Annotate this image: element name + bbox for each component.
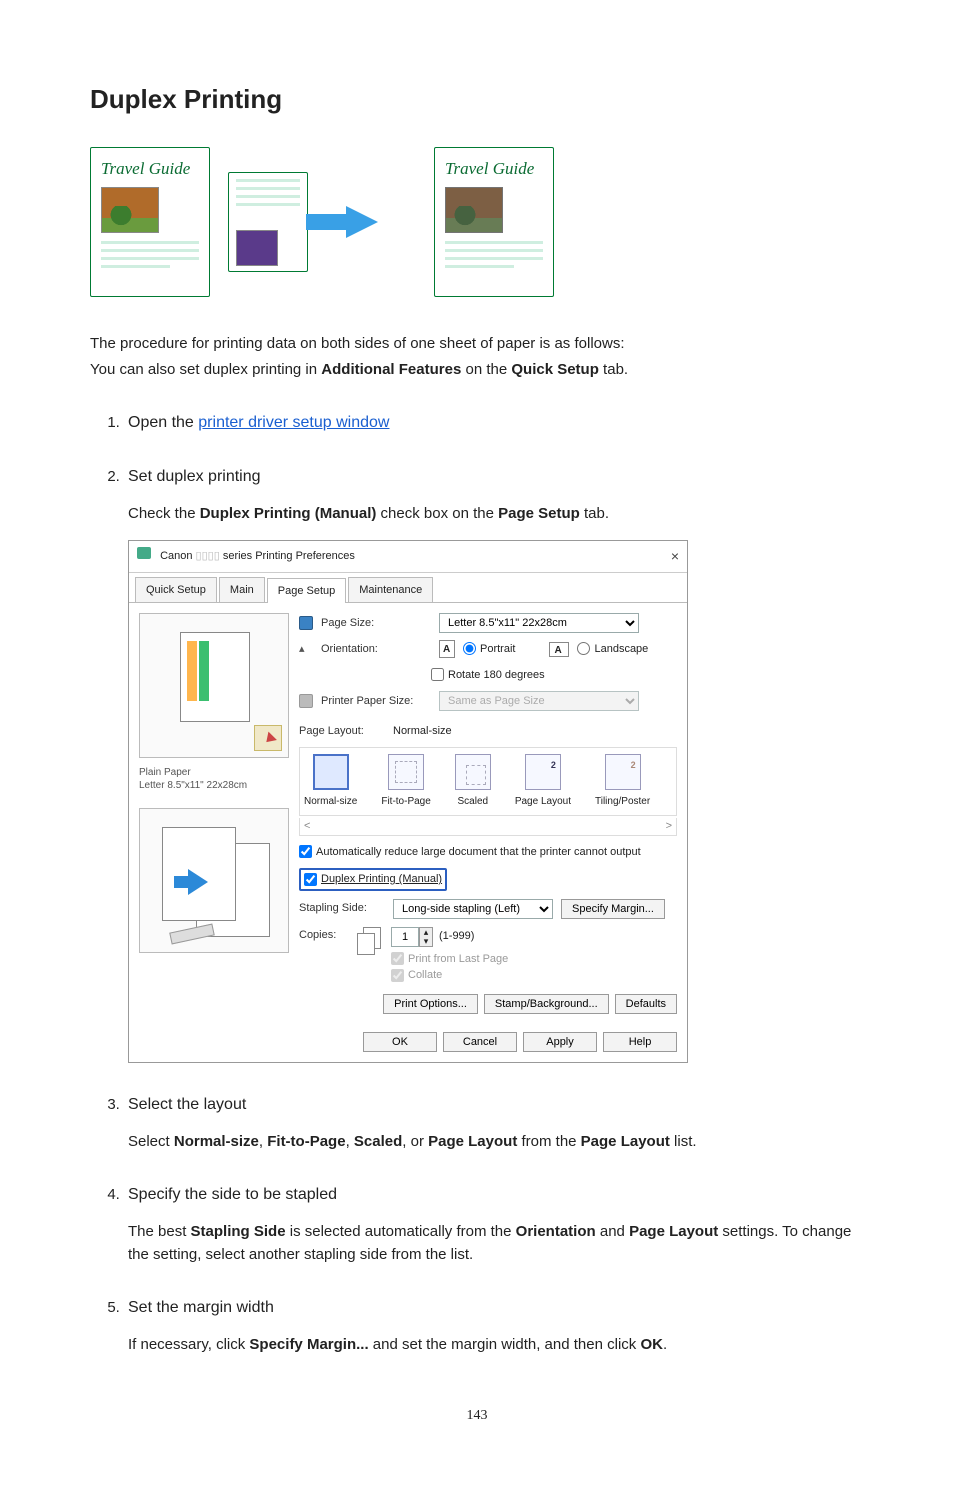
help-button[interactable]: Help xyxy=(603,1032,677,1052)
step-1: Open the printer driver setup window xyxy=(124,411,864,435)
step-2: Set duplex printing Check the Duplex Pri… xyxy=(124,465,864,1063)
page-size-select[interactable]: Letter 8.5"x11" 22x28cm xyxy=(439,613,639,633)
printing-preferences-dialog: Canon ▯▯▯▯ series Printing Preferences ×… xyxy=(128,540,688,1063)
orientation-icon: ▴ xyxy=(299,641,313,658)
layout-fit-to-page[interactable]: Fit-to-Page xyxy=(381,754,430,809)
step4-title: Specify the side to be stapled xyxy=(128,1183,864,1207)
step3-body: Select Normal-size, Fit-to-Page, Scaled,… xyxy=(128,1131,864,1154)
step1-text: Open the xyxy=(128,414,198,431)
page-preview xyxy=(139,613,289,758)
tab-page-setup[interactable]: Page Setup xyxy=(267,578,347,604)
portrait-icon: A xyxy=(439,640,455,658)
stamp-background-button[interactable]: Stamp/Background... xyxy=(484,994,609,1014)
print-options-button[interactable]: Print Options... xyxy=(383,994,478,1014)
layout-page-layout[interactable]: 2Page Layout xyxy=(515,754,571,809)
auto-reduce-input[interactable] xyxy=(299,845,312,858)
intro-line1: The procedure for printing data on both … xyxy=(90,333,864,356)
copies-spinner[interactable]: ▴▾ xyxy=(419,927,433,947)
stapling-side-label: Stapling Side: xyxy=(299,900,385,917)
illus-title: Travel Guide xyxy=(101,156,199,182)
illus-text-lines xyxy=(101,241,199,268)
close-icon[interactable]: × xyxy=(671,546,679,567)
step5-body: If necessary, click Specify Margin... an… xyxy=(128,1334,864,1357)
intro-line2: You can also set duplex printing in Addi… xyxy=(90,359,864,382)
collate-checkbox: Collate xyxy=(391,969,442,981)
tab-main[interactable]: Main xyxy=(219,577,265,603)
step4-body: The best Stapling Side is selected autom… xyxy=(128,1221,864,1266)
dialog-tabs: Quick Setup Main Page Setup Maintenance xyxy=(129,573,687,604)
page-size-icon xyxy=(299,616,313,630)
step5-title: Set the margin width xyxy=(128,1296,864,1320)
page-size-label: Page Size: xyxy=(321,615,431,632)
orientation-label: Orientation: xyxy=(321,641,431,658)
auto-reduce-checkbox[interactable]: Automatically reduce large document that… xyxy=(299,846,641,858)
steps-list: Open the printer driver setup window Set… xyxy=(120,411,864,1357)
arrow-icon xyxy=(326,202,416,242)
duplex-illustration: Travel Guide Travel Guide xyxy=(90,147,864,297)
defaults-button[interactable]: Defaults xyxy=(615,994,677,1014)
step2-title: Set duplex printing xyxy=(128,465,864,489)
portrait-radio[interactable] xyxy=(463,642,476,655)
orientation-portrait[interactable]: Portrait xyxy=(463,641,515,658)
step3-title: Select the layout xyxy=(128,1093,864,1117)
step-3: Select the layout Select Normal-size, Fi… xyxy=(124,1093,864,1154)
ok-button[interactable]: OK xyxy=(363,1032,437,1052)
illus-page-result: Travel Guide xyxy=(434,147,554,297)
step-5: Set the margin width If necessary, click… xyxy=(124,1296,864,1357)
preview-column: Plain Paper Letter 8.5"x11" 22x28cm xyxy=(139,613,289,1014)
page-title: Duplex Printing xyxy=(90,80,864,119)
orientation-landscape[interactable]: Landscape xyxy=(577,641,648,658)
layout-tiling-poster[interactable]: 2Tiling/Poster xyxy=(595,754,650,809)
landscape-icon: A xyxy=(549,642,569,657)
controls-column: Page Size: Letter 8.5"x11" 22x28cm ▴ Ori… xyxy=(299,613,677,1014)
rotate-180-input[interactable] xyxy=(431,668,444,681)
printer-paper-icon xyxy=(299,694,313,708)
print-last-page-checkbox: Print from Last Page xyxy=(391,953,508,965)
layout-normal-size[interactable]: Normal-size xyxy=(304,754,357,809)
printer-paper-label: Printer Paper Size: xyxy=(321,693,431,710)
copies-icon xyxy=(357,927,383,957)
step-4: Specify the side to be stapled The best … xyxy=(124,1183,864,1266)
rotate-180-checkbox[interactable]: Rotate 180 degrees xyxy=(431,667,545,684)
illus-page-front: Travel Guide xyxy=(90,147,210,297)
printer-driver-link[interactable]: printer driver setup window xyxy=(198,414,389,431)
dialog-title-text: Canon ▯▯▯▯ series Printing Preferences xyxy=(160,550,355,562)
page-layout-label: Page Layout: xyxy=(299,723,385,740)
copies-input[interactable] xyxy=(391,927,419,947)
duplex-printing-input[interactable] xyxy=(304,873,317,886)
step2-body: Check the Duplex Printing (Manual) check… xyxy=(128,503,864,526)
illus-page-back xyxy=(228,172,308,272)
dialog-titlebar: Canon ▯▯▯▯ series Printing Preferences × xyxy=(129,541,687,573)
specify-margin-button[interactable]: Specify Margin... xyxy=(561,899,665,919)
printer-icon xyxy=(137,547,151,559)
printer-paper-size-select: Same as Page Size xyxy=(439,691,639,711)
layout-scaled[interactable]: Scaled xyxy=(455,754,491,809)
layout-scroll[interactable]: <> xyxy=(299,818,677,836)
duplex-preview xyxy=(139,808,289,953)
illus-photo xyxy=(101,187,159,233)
apply-button[interactable]: Apply xyxy=(523,1032,597,1052)
tab-maintenance[interactable]: Maintenance xyxy=(348,577,433,603)
copies-label: Copies: xyxy=(299,927,349,944)
landscape-radio[interactable] xyxy=(577,642,590,655)
preview-media-label: Plain Paper Letter 8.5"x11" 22x28cm xyxy=(139,766,289,792)
duplex-printing-checkbox[interactable]: Duplex Printing (Manual) xyxy=(304,873,442,885)
tab-quick-setup[interactable]: Quick Setup xyxy=(135,577,217,603)
page-layout-value: Normal-size xyxy=(393,723,452,740)
page-number: 143 xyxy=(90,1405,864,1426)
stapling-side-select[interactable]: Long-side stapling (Left) xyxy=(393,899,553,919)
cancel-button[interactable]: Cancel xyxy=(443,1032,517,1052)
copies-range: (1-999) xyxy=(439,928,474,945)
page-layout-list[interactable]: Normal-size Fit-to-Page Scaled 2Page Lay… xyxy=(299,747,677,816)
